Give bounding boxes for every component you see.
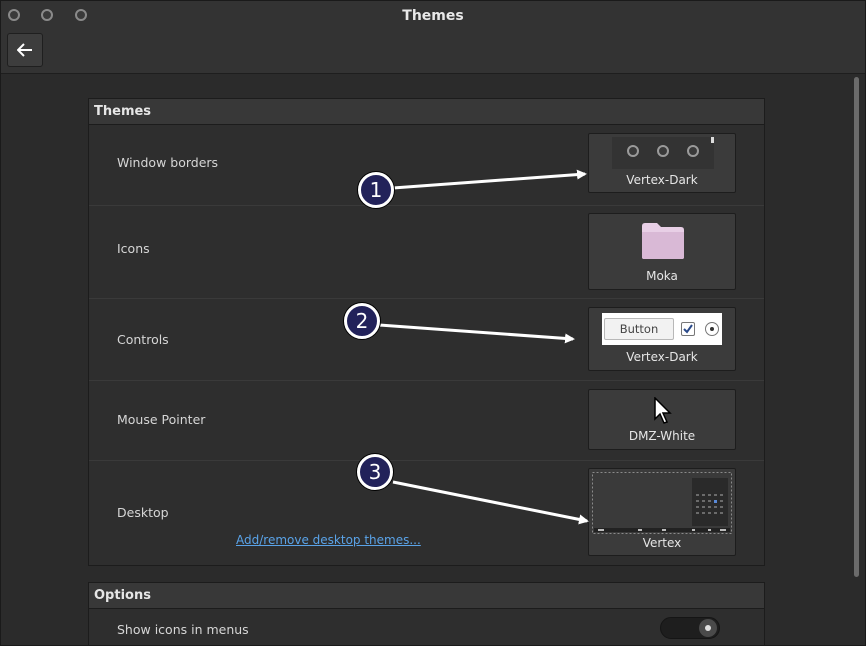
annotation-arrows [378,169,589,525]
themes-window: Themes Themes Window borders Vertex-Dark [0,0,866,646]
annotation-badge-2: 2 [344,303,380,339]
annotation-arrow-3 [392,480,589,525]
annotation-arrow-1 [392,169,587,190]
annotation-badge-3: 3 [357,454,393,490]
annotation-arrow-2 [378,323,575,344]
annotation-badge-1: 1 [358,172,394,208]
